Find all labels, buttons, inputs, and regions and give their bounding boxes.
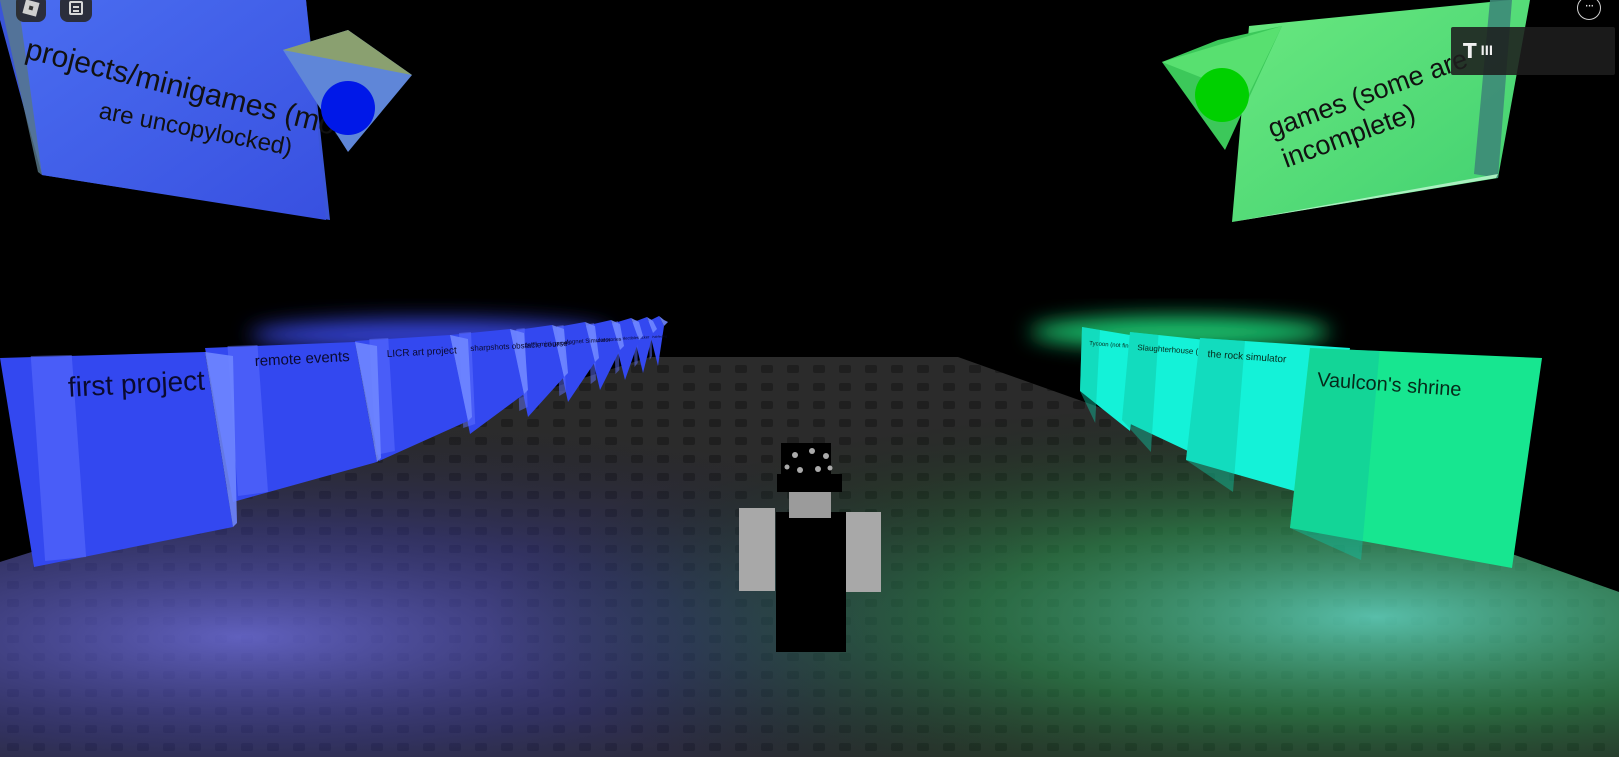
game-viewport[interactable]: PathfindingClickerCollectiblesAccessorie… xyxy=(0,0,1619,757)
roblox-logo-icon xyxy=(22,0,40,17)
chat-icon xyxy=(69,1,83,15)
signal-icon: lll xyxy=(1480,44,1493,58)
left-sign: projects/minigames (most are uncopylocke… xyxy=(0,0,363,220)
tool-status-bar[interactable]: T lll xyxy=(1451,27,1615,75)
hammer-icon: T xyxy=(1463,39,1477,63)
game-block: Vaulcon's shrine xyxy=(1290,348,1542,568)
more-options-icon: ··· xyxy=(1584,0,1595,13)
project-block-label: Pathfinding xyxy=(652,334,668,339)
roblox-menu-button[interactable] xyxy=(16,0,46,22)
chat-button[interactable] xyxy=(60,0,92,22)
